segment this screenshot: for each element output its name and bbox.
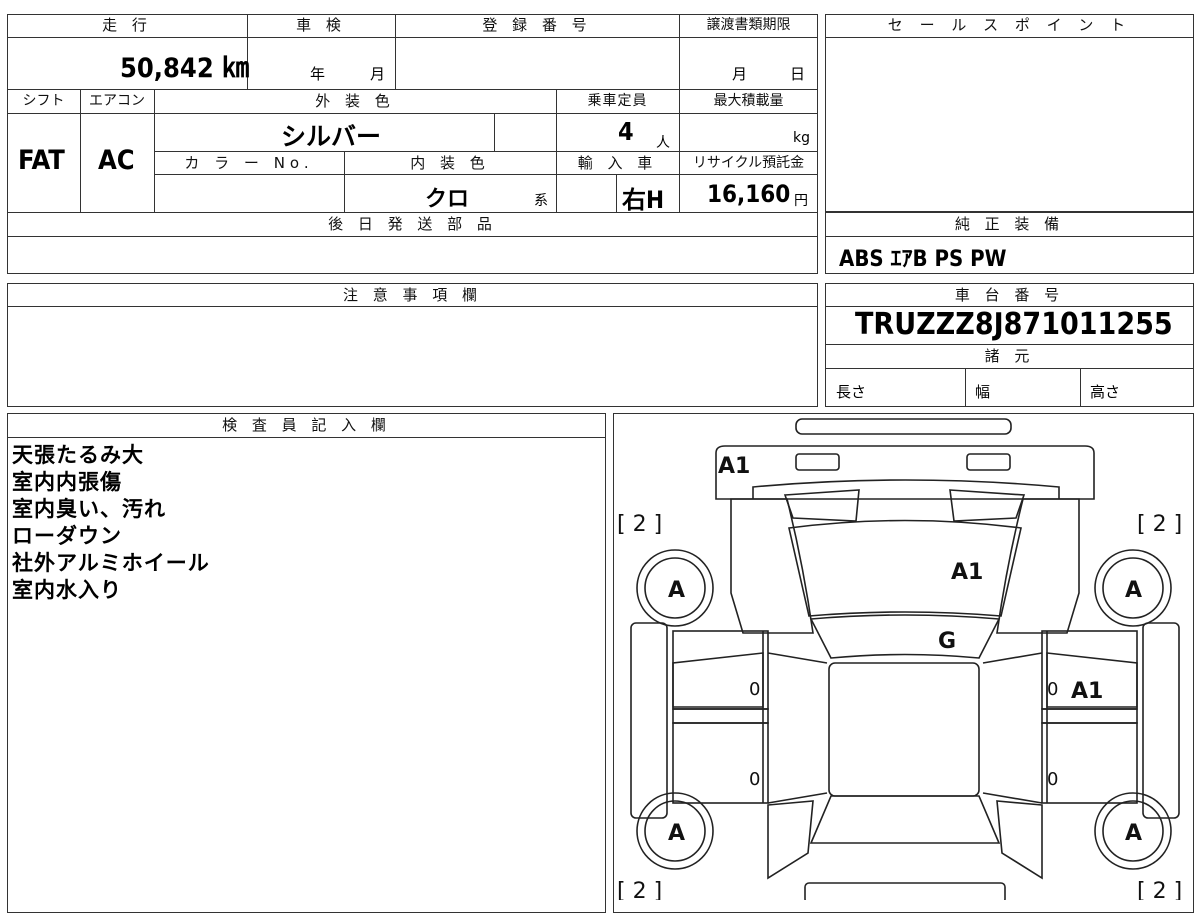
recycle-deposit-unit: 円 xyxy=(794,193,808,209)
color-number-label: カ ラ ー No. xyxy=(184,154,314,172)
door-zero: 0 xyxy=(1047,679,1058,700)
recycle-deposit-label: リサイクル預託金 xyxy=(692,155,805,171)
capacity-label: 乗車定員 xyxy=(587,93,648,109)
inspector-note: 社外アルミホイール xyxy=(12,551,210,575)
exterior-color-value: シルバー xyxy=(281,122,382,151)
left-front-count: [ 2 ] xyxy=(617,512,662,537)
shaken-year: 年 xyxy=(310,65,326,83)
transfer-day: 日 xyxy=(790,65,806,83)
notes-label: 注 意 事 項 欄 xyxy=(342,286,483,304)
shaken-label: 車 検 xyxy=(296,16,346,34)
vehicle-damage-diagram: A1 [ 2 ] [ 2 ] [ 2 ] [ 2 ] A A A A A1 G … xyxy=(617,418,1182,900)
chassis-label: 車 台 番 号 xyxy=(954,286,1065,304)
right-front-count: [ 2 ] xyxy=(1137,512,1182,537)
genuine-equipment-value: ABS ｴｱB PS PW xyxy=(839,247,1007,272)
import-label: 輸 入 車 xyxy=(577,154,658,172)
transfer-month: 月 xyxy=(732,65,748,83)
inspector-note: 室内内張傷 xyxy=(12,470,122,494)
front-panel-mark: A1 xyxy=(718,454,750,479)
genuine-equipment-label: 純 正 装 備 xyxy=(954,215,1065,233)
inspector-label: 検 査 員 記 入 欄 xyxy=(222,416,391,434)
interior-color-label: 内 装 色 xyxy=(410,154,490,172)
wheel-rear-left: A xyxy=(668,821,685,846)
aircon-label: エアコン xyxy=(89,93,145,109)
registration-label: 登 録 番 号 xyxy=(482,16,592,34)
wheel-rear-right: A xyxy=(1125,821,1142,846)
door-zero: 0 xyxy=(1047,769,1058,790)
inspector-note: 天張たるみ大 xyxy=(12,443,144,467)
specs-label: 諸 元 xyxy=(984,347,1035,365)
windshield-mark: G xyxy=(938,629,956,654)
height-label: 高さ xyxy=(1090,383,1121,401)
mileage-label: 走 行 xyxy=(102,16,152,34)
length-label: 長さ xyxy=(836,383,867,401)
inspector-note: 室内臭い、汚れ xyxy=(12,497,166,521)
exterior-color-label: 外 装 色 xyxy=(315,92,395,110)
shift-value: FAT xyxy=(18,145,65,176)
shift-label: シフト xyxy=(22,93,65,109)
max-load-unit: kg xyxy=(793,130,810,146)
shaken-month: 月 xyxy=(370,65,386,83)
wheel-front-left: A xyxy=(668,578,685,603)
interior-color-value: クロ xyxy=(425,187,470,212)
right-rear-count: [ 2 ] xyxy=(1137,879,1182,900)
aircon-value: AC xyxy=(98,145,135,176)
recycle-deposit-value: 16,160 xyxy=(707,180,791,208)
max-load-label: 最大積載量 xyxy=(713,93,784,109)
mileage-value: 50,842 ㎞ xyxy=(120,53,250,84)
chassis-value: TRUZZZ8J871011255 xyxy=(855,307,1173,342)
left-rear-count: [ 2 ] xyxy=(617,879,662,900)
later-parts-label: 後 日 発 送 部 品 xyxy=(328,215,497,233)
hood-mark: A1 xyxy=(951,560,983,585)
inspector-note: 室内水入り xyxy=(12,578,122,602)
sales-point-label: セ ー ル ス ポ イ ン ト xyxy=(887,16,1132,34)
inspector-note: ローダウン xyxy=(12,524,122,548)
sales-point-box xyxy=(825,14,1194,212)
transfer-deadline-label: 譲渡書類期限 xyxy=(706,17,791,33)
right-door-mark: A1 xyxy=(1071,679,1103,704)
import-value: 右H xyxy=(622,186,665,214)
inspector-notes: 天張たるみ大 室内内張傷 室内臭い、汚れ ローダウン 社外アルミホイール 室内水… xyxy=(12,442,210,604)
capacity-unit: 人 xyxy=(656,135,670,151)
door-zero: 0 xyxy=(749,679,760,700)
width-label: 幅 xyxy=(975,383,991,401)
interior-color-suffix: 系 xyxy=(534,193,548,209)
wheel-front-right: A xyxy=(1125,578,1142,603)
capacity-value: 4 xyxy=(618,117,634,146)
door-zero: 0 xyxy=(749,769,760,790)
